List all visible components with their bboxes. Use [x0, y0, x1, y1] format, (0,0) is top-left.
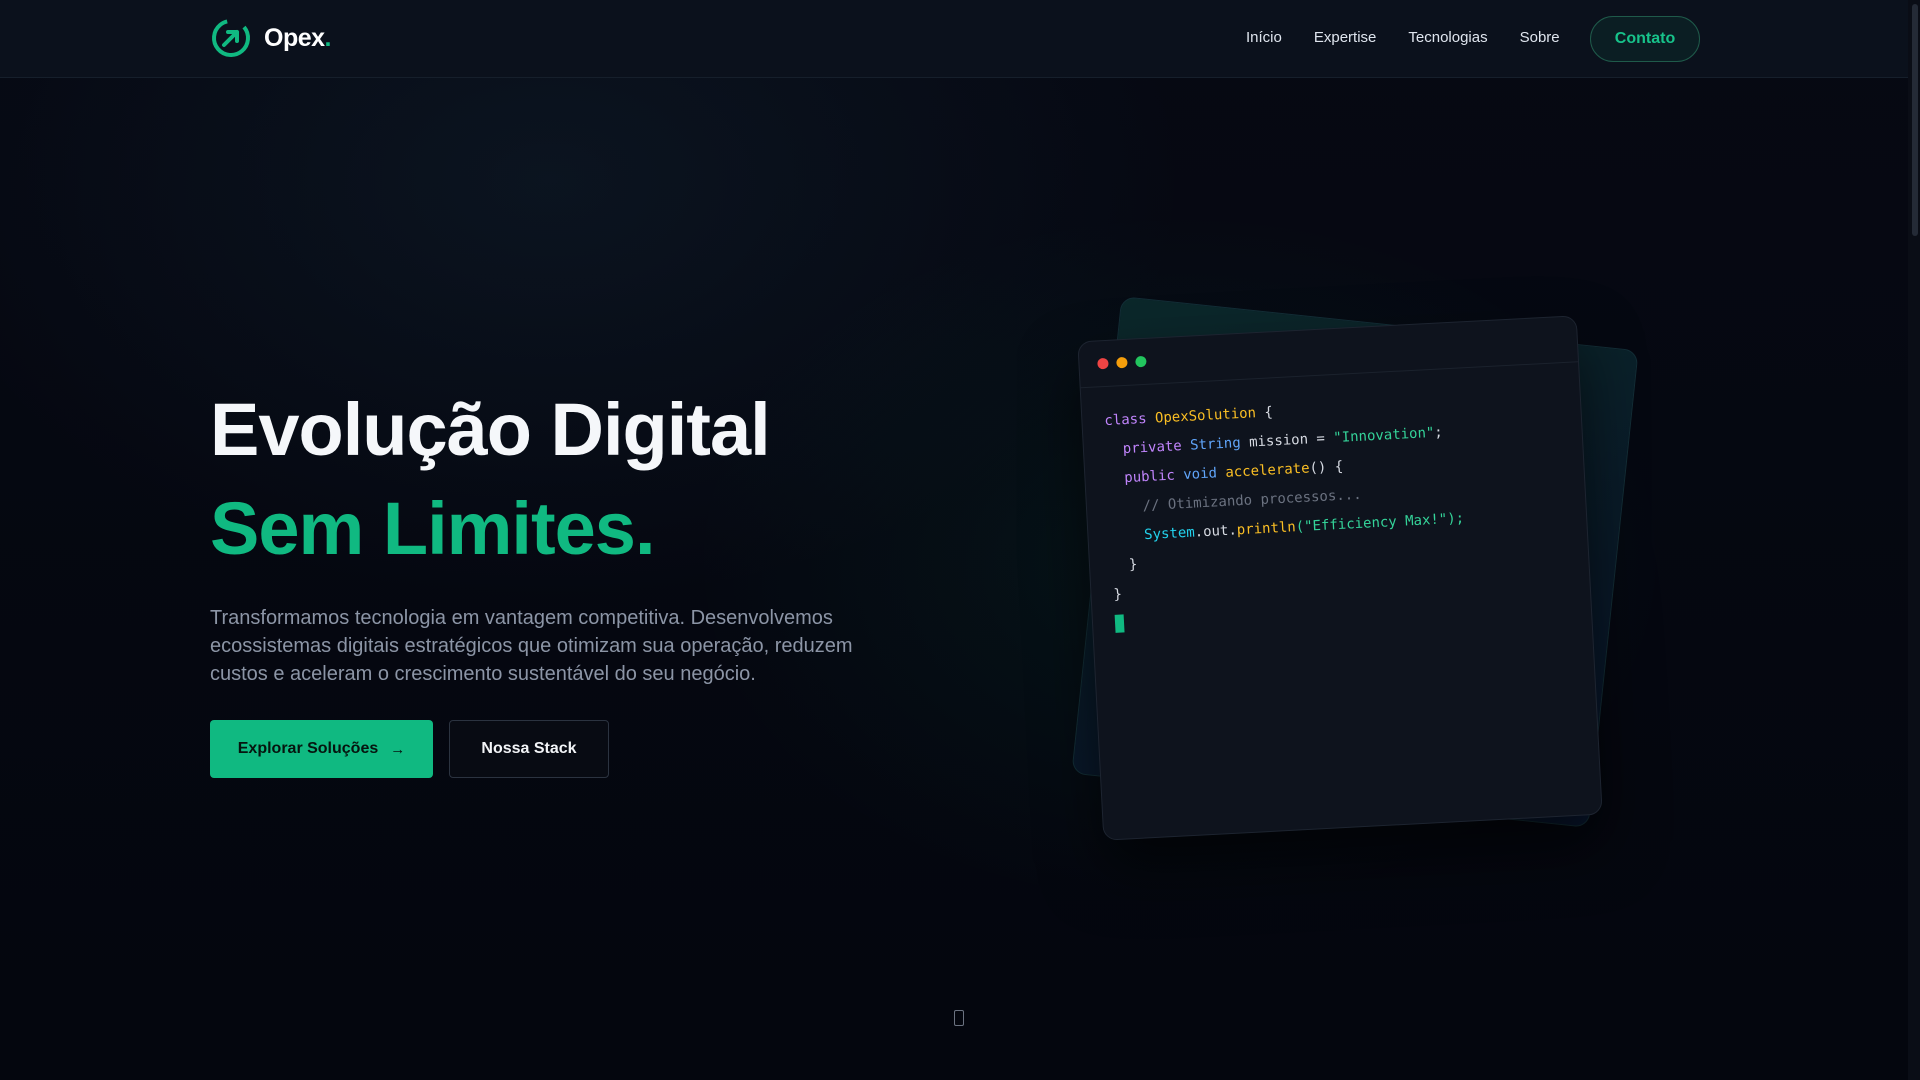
- nav-link-sobre[interactable]: Sobre: [1520, 29, 1560, 46]
- our-stack-button[interactable]: Nossa Stack: [449, 720, 609, 778]
- code-snippet: class OpexSolution { private String miss…: [1081, 362, 1593, 660]
- page: Opex. Início Expertise Tecnologias Sobre…: [0, 0, 1920, 1080]
- brand-name: Opex.: [264, 23, 332, 52]
- minimize-dot-icon: [1116, 356, 1128, 369]
- main-nav: Início Expertise Tecnologias Sobre: [1246, 29, 1592, 46]
- site-header: Opex. Início Expertise Tecnologias Sobre…: [0, 0, 1908, 78]
- close-dot-icon: [1097, 357, 1109, 370]
- blinking-cursor: [1114, 614, 1125, 633]
- nav-link-inicio[interactable]: Início: [1246, 29, 1282, 46]
- maximize-dot-icon: [1135, 355, 1147, 368]
- nav-link-tecnologias[interactable]: Tecnologias: [1408, 29, 1487, 46]
- nav-link-expertise[interactable]: Expertise: [1314, 29, 1377, 46]
- hero-subtitle: Sem Limites.: [210, 487, 656, 570]
- brand-logo[interactable]: Opex.: [210, 17, 332, 59]
- page-scrollbar[interactable]: [1908, 0, 1920, 1080]
- growth-arrow-icon: [212, 19, 250, 57]
- scroll-down-icon[interactable]: [954, 1010, 964, 1026]
- arrow-right-icon: →: [390, 740, 406, 758]
- scrollbar-thumb[interactable]: [1912, 4, 1918, 236]
- hero-description: Transformamos tecnologia em vantagem com…: [210, 607, 853, 685]
- hero-title: Evolução Digital: [210, 388, 771, 471]
- explore-solutions-label: Explorar Soluções: [237, 740, 379, 757]
- contact-button[interactable]: Contato: [1590, 16, 1700, 62]
- code-editor-card: class OpexSolution { private String miss…: [1077, 315, 1603, 841]
- explore-solutions-button[interactable]: Explorar Soluções →: [210, 720, 433, 778]
